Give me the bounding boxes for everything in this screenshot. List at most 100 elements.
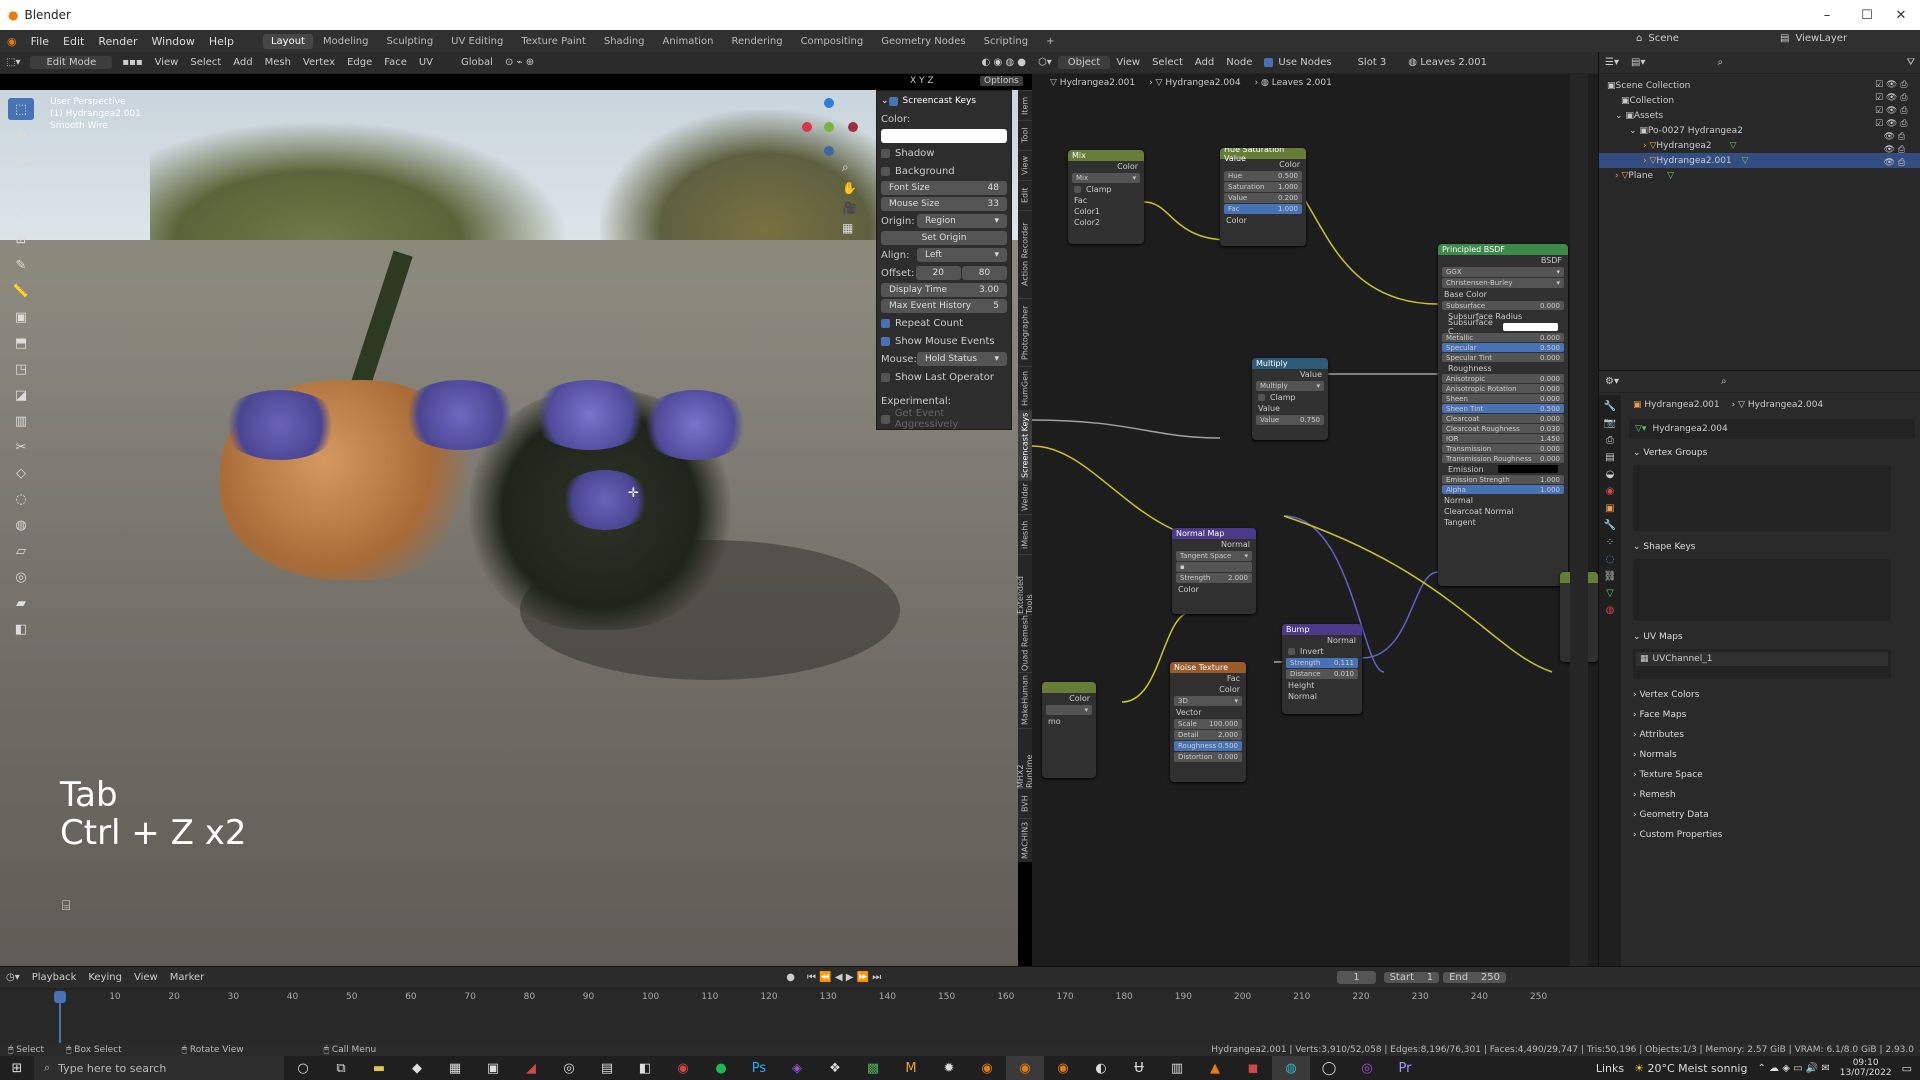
node-bump[interactable]: Bump Normal Invert Strength 0.111 Distanc… [1282,624,1362,714]
timeline-type-icon[interactable]: ◷▾ [0,972,26,983]
vertex-groups-list[interactable] [1633,465,1891,531]
invert-checkbox[interactable] [1288,648,1295,655]
properties-type-icon[interactable]: ⚙▾ [1599,376,1625,387]
socket-out-color[interactable]: Color [1068,161,1144,172]
select-mode-icons[interactable]: ▪▪▪ [116,57,148,68]
menu-keying[interactable]: Keying [82,972,128,983]
menu-add[interactable]: Add [227,57,258,68]
file-explorer-icon[interactable]: ▬ [360,1056,398,1080]
bsdf-field-anisotropic-rotation[interactable]: Anisotropic Rotation 0.000 [1442,384,1564,393]
sidebar-tab-edit[interactable]: Edit [1018,180,1032,210]
select-box-tool-icon[interactable]: ⬚ [8,98,34,120]
tab-shading[interactable]: Shading [596,34,653,49]
loop-cut-tool-icon[interactable]: ▥ [8,410,34,432]
app-icon[interactable]: ◢ [512,1056,550,1080]
visibility-eye-icon[interactable]: ☑ 👁 ⎙ [1875,80,1907,90]
section-vertex-colors[interactable]: › Vertex Colors [1623,685,1920,705]
uv-maps-list[interactable]: ▦ UVChannel_1 [1633,649,1891,679]
smooth-tool-icon[interactable]: ◍ [8,514,34,536]
sidebar-tab-bvh[interactable]: BVH [1018,788,1032,818]
zoom-icon[interactable]: ⌕ [842,160,857,175]
z-axis-icon[interactable] [824,98,834,108]
socket-in-fac[interactable]: Fac [1068,195,1144,206]
shear-tool-icon[interactable]: ▰ [8,592,34,614]
node-principled-bsdf[interactable]: Principled BSDF BSDF GGX ▾ Christensen-Bu… [1438,244,1568,586]
visibility-eye-icon[interactable]: 👁 ⎙ [1875,145,1907,155]
weather-widget[interactable]: ☀ 20°C Meist sonnig [1634,1062,1747,1075]
shadow-checkbox[interactable] [881,148,890,158]
visibility-eye-icon[interactable]: 👁 ⎙ [1875,132,1907,142]
app-icon[interactable]: ◧ [626,1056,664,1080]
clamp-checkbox[interactable] [1258,394,1265,401]
sidebar-tab-welder[interactable]: Welder [1018,480,1032,514]
distribution-dropdown[interactable]: GGX ▾ [1442,267,1564,277]
sidebar-tab-quad-remesh[interactable]: Quad Remesh [1018,614,1032,672]
offset-y-field[interactable]: 80 [961,266,1007,280]
visibility-eye-icon[interactable]: 👁 ⎙ [1875,158,1907,168]
start-field[interactable]: Start 1 [1383,972,1440,983]
visibility-eye-icon[interactable]: ☑ 👁 ⎙ [1875,106,1907,116]
breadcrumb-object[interactable]: ▣ Hydrangea2.001 [1633,400,1720,410]
bsdf-field-alpha[interactable]: Alpha 1.000 [1442,485,1564,494]
socket-out-color[interactable]: Color [1170,684,1246,695]
color-swatch[interactable] [1503,323,1558,331]
links-toolbar[interactable]: Links [1596,1062,1624,1075]
socket-in-normal[interactable]: Normal [1282,691,1362,702]
node-multiply[interactable]: Multiply Value Multiply ▾ Clamp Value Val… [1252,358,1328,440]
bsdf-field-transmission[interactable]: Transmission 0.000 [1442,444,1564,453]
sidebar-tab-tool[interactable]: Tool [1018,120,1032,150]
value-field[interactable]: Value 0.750 [1256,415,1324,425]
cursor-tool-icon[interactable]: ⊕ [8,124,34,146]
axis-z[interactable]: Z [927,76,933,86]
socket-out-value[interactable]: Value [1252,369,1328,380]
app-icon[interactable]: ▩ [854,1056,892,1080]
bsdf-field-sheen[interactable]: Sheen 0.000 [1442,394,1564,403]
tab-scripting[interactable]: Scripting [976,34,1036,49]
sidebar-tab-humgen[interactable]: HumGen [1018,366,1032,410]
repeat-count-option[interactable]: Repeat Count [881,315,1007,331]
clamp-option[interactable]: Clamp [1068,184,1144,195]
neg-x-axis-icon[interactable] [848,122,858,132]
outliner-item-plane[interactable]: › ▽ Plane ▽ [1607,168,1920,183]
output-tab-icon[interactable]: ⎙ [1606,435,1614,446]
tab-layout[interactable]: Layout [262,33,313,49]
breadcrumb-mesh[interactable]: › ▽ Hydrangea2.004 [1732,400,1824,410]
blend-mode-dropdown[interactable]: Mix ▾ [1072,173,1140,183]
subsurface-method-dropdown[interactable]: Christensen-Burley ▾ [1442,278,1564,288]
socket-in-color[interactable]: Color [1220,215,1306,226]
bsdf-field-emission-strength[interactable]: Emission Strength 1.000 [1442,475,1564,484]
sidebar-tab-photographer[interactable]: Photographer [1018,298,1032,366]
app-icon[interactable]: ▥ [1158,1056,1196,1080]
saturation-field[interactable]: Saturation 1.000 [1224,182,1302,192]
bsdf-field-ior[interactable]: IOR 1.450 [1442,434,1564,443]
socket-in-height[interactable]: Height [1282,680,1362,691]
close-button[interactable]: ✕ [1878,0,1920,30]
bsdf-field-clearcoat-roughness[interactable]: Clearcoat Roughness 0.030 [1442,424,1564,433]
menu-mesh[interactable]: Mesh [259,57,297,68]
shape-keys-list[interactable] [1633,559,1891,621]
world-tab-icon[interactable]: ◉ [1606,486,1615,497]
spin-tool-icon[interactable]: ◌ [8,488,34,510]
app-icon[interactable]: ◍ [1272,1056,1310,1080]
node-hue-saturation-value[interactable]: Hue Saturation Value Color Hue 0.500 Satu… [1220,148,1306,246]
app-icon[interactable]: ◐ [1082,1056,1120,1080]
system-tray-icons[interactable]: ⌃ ☁ ◈ ▭ 🔊 ✉ [1757,1063,1829,1074]
app-icon[interactable]: ◯ [1310,1056,1348,1080]
mode-selector[interactable]: Edit Mode [30,56,113,69]
tab-compositing[interactable]: Compositing [793,34,872,49]
photoshop-icon[interactable]: Ps [740,1056,778,1080]
socket-in-vector[interactable]: Vector [1170,707,1246,718]
camera-icon[interactable]: 🎥 [842,201,857,215]
spotify-icon[interactable]: ● [702,1056,740,1080]
properties-search-icon[interactable]: ⌕ [1715,376,1733,387]
axis-y[interactable]: Y [919,76,925,86]
modifier-tab-icon[interactable]: 🔧 [1604,520,1616,531]
bsdf-field-anisotropic[interactable]: Anisotropic 0.000 [1442,374,1564,383]
menu-edit[interactable]: Edit [56,35,91,48]
outliner-item-assets[interactable]: ⌄ ▣ Assets [1607,108,1920,123]
menu-view[interactable]: View [149,57,185,68]
scene-tab-icon[interactable]: ◒ [1606,469,1615,480]
section-custom-properties[interactable]: › Custom Properties [1623,825,1920,845]
bevel-tool-icon[interactable]: ◪ [8,384,34,406]
outliner[interactable]: ☰▾ ▤▾ ⌕ ⛛ ▣ Scene Collection ▣ Collectio… [1598,52,1920,370]
